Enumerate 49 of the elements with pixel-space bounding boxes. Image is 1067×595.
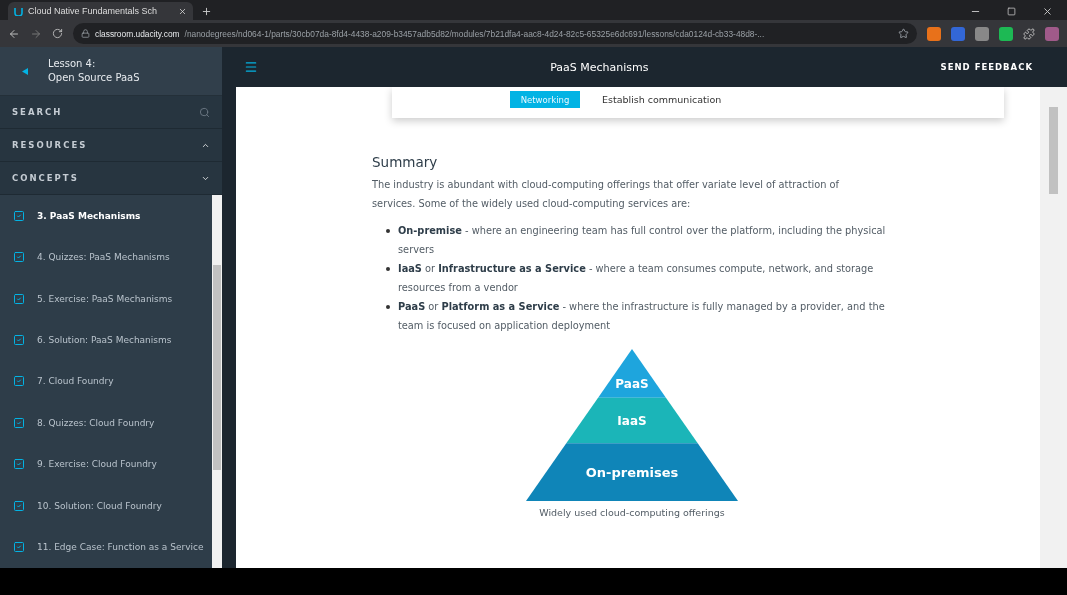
pyramid-layer: IaaS (566, 397, 698, 444)
bullet-icon (386, 229, 390, 233)
concept-item[interactable]: 3. PaaS Mechanisms (0, 195, 212, 237)
bullet-icon (386, 305, 390, 309)
back-caret-icon[interactable] (22, 67, 28, 75)
search-icon[interactable] (199, 106, 210, 118)
maximize-icon[interactable] (1007, 7, 1016, 16)
lock-icon (81, 29, 90, 38)
section-heading: Summary (372, 154, 439, 170)
concept-item[interactable]: 8. Quizzes: Cloud Foundry (0, 402, 212, 444)
close-icon[interactable] (1042, 6, 1053, 17)
list-item-text: PaaS or Platform as a Service - where the infrastructure is fully managed by a provider, and the team is focused on application deployment (398, 300, 886, 333)
concept-item[interactable]: 7. Cloud Foundry (0, 360, 212, 403)
extension-icon[interactable] (999, 26, 1013, 41)
figure-caption: Widely used cloud-computing offerings (539, 507, 725, 518)
sidebar-section[interactable]: CONCEPTS (0, 162, 222, 195)
profile-icon[interactable] (1045, 26, 1059, 41)
page-title: PaaS Mechanisms (549, 60, 650, 74)
scrollbar[interactable] (1040, 87, 1067, 568)
pyramid-layer: PaaS (598, 349, 666, 398)
send-feedback-link[interactable]: SEND FEEDBACK (940, 62, 1033, 72)
bookmark-star-icon[interactable] (898, 28, 909, 39)
concept-item[interactable]: 6. Solution: PaaS Mechanisms (0, 319, 212, 361)
paragraph: The industry is abundant with cloud-computing offerings that offer variate level of attraction of services. Some of the widely used cloud-computing services are: (372, 178, 840, 211)
close-icon[interactable] (178, 6, 187, 16)
extensions-icon[interactable] (1023, 27, 1035, 40)
new-tab-icon[interactable] (201, 6, 212, 17)
back-icon[interactable] (8, 27, 20, 40)
reload-icon[interactable] (52, 28, 63, 39)
service-tag: Networking (510, 91, 580, 108)
menu-icon[interactable] (244, 60, 258, 74)
concept-item[interactable]: 11. Edge Case: Function as a Service (0, 526, 212, 568)
concept-item[interactable]: 4. Quizzes: PaaS Mechanisms (0, 236, 212, 278)
concept-item[interactable]: 10. Solution: Cloud Foundry (0, 485, 212, 527)
extension-icon[interactable] (927, 26, 941, 41)
lesson-title[interactable]: Lesson 4: Open Source PaaS (48, 57, 140, 85)
pyramid-layer: On-premises (526, 443, 738, 501)
concept-item[interactable]: 5. Exercise: PaaS Mechanisms (0, 277, 212, 320)
extension-icon[interactable] (951, 26, 965, 41)
sidebar-section[interactable]: SEARCH (0, 96, 222, 129)
service-description: Establish communication (602, 94, 722, 105)
site-logo-icon (14, 6, 23, 16)
browser-tab[interactable]: Cloud Native Fundamentals Sch (8, 2, 193, 20)
sidebar-section[interactable]: RESOURCES (0, 129, 222, 162)
concept-item[interactable]: 9. Exercise: Cloud Foundry (0, 443, 212, 486)
bullet-icon (386, 267, 390, 271)
address-bar[interactable]: classroom.udacity.com /nanodegrees/nd064-1/parts/30cb07da-8fd4-4438-a209-b3457adb5d82/modules/7b21dfa4-aac8-4d24-82c5-65325e6dc691/lessons/cda0124d-cb33-48d8-... (73, 23, 917, 44)
scrollbar[interactable] (212, 195, 222, 568)
extension-icon[interactable] (975, 26, 989, 41)
